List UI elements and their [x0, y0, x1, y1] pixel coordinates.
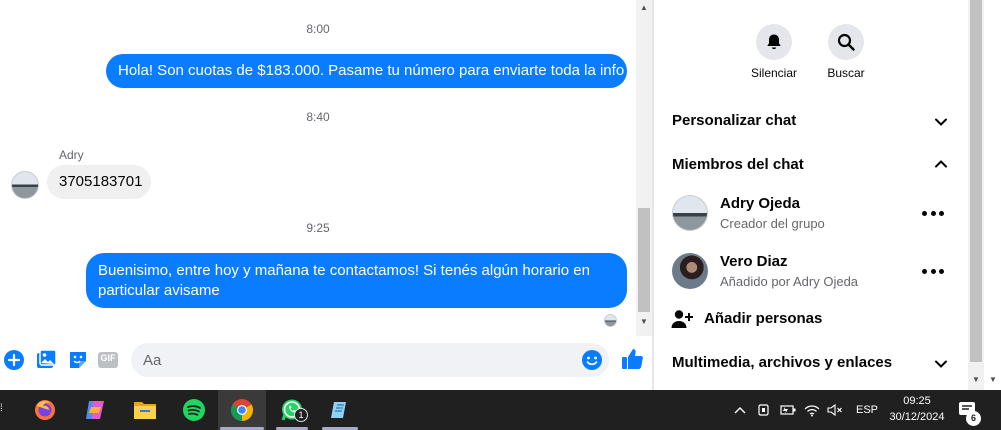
member-role: Añadido por Adry Ojeda — [720, 274, 859, 289]
outgoing-message[interactable]: Buenisimo, entre hoy y mañana te contact… — [86, 253, 627, 308]
page-scroll-thumb[interactable] — [970, 0, 982, 362]
media-files-links-row[interactable]: Multimedia, archivos y enlaces — [672, 354, 892, 371]
copilot-icon[interactable] — [75, 390, 115, 430]
notification-icon[interactable]: 6 — [958, 390, 981, 430]
spotify-icon[interactable] — [174, 390, 214, 430]
member-role: Creador del grupo — [720, 216, 825, 231]
device-icon[interactable] — [757, 390, 771, 430]
bell-icon — [767, 34, 781, 50]
tray-overflow-icon[interactable] — [734, 390, 746, 430]
customize-chat-row[interactable]: Personalizar chat — [672, 112, 796, 129]
gallery-icon[interactable] — [35, 349, 57, 371]
chat-info-panel — [654, 0, 968, 390]
message-line: Buenisimo, entre hoy y mañana te contact… — [98, 262, 590, 279]
whatsapp-badge: 1 — [294, 408, 308, 422]
battery-icon[interactable] — [780, 390, 796, 430]
scroll-down-arrow-icon[interactable]: ▼ — [639, 318, 649, 326]
sender-avatar[interactable] — [11, 171, 39, 199]
chat-scroll-thumb[interactable] — [638, 208, 650, 312]
member-options-button[interactable] — [922, 266, 944, 276]
window-edge — [984, 0, 1001, 390]
plus-icon[interactable] — [3, 349, 25, 371]
volume-muted-icon[interactable] — [827, 390, 843, 430]
search-button[interactable] — [828, 24, 864, 60]
timestamp: 8:00 — [306, 22, 330, 36]
emoji-icon[interactable] — [581, 349, 603, 371]
chat-thread[interactable]: 8:00 Hola! Son cuotas de $183.000. Pasam… — [0, 0, 636, 336]
outgoing-message[interactable]: Hola! Son cuotas de $183.000. Pasame tu … — [106, 54, 627, 88]
firefox-icon[interactable] — [25, 390, 65, 430]
language-indicator[interactable]: ESP — [856, 390, 878, 430]
notepad-icon[interactable] — [320, 390, 360, 430]
clock-time: 09:25 — [903, 395, 931, 407]
scroll-down-arrow-icon[interactable]: ▼ — [988, 376, 998, 384]
mute-button[interactable] — [756, 24, 792, 60]
scroll-up-arrow-icon[interactable]: ▲ — [639, 4, 649, 12]
member-options-button[interactable] — [922, 208, 944, 218]
member-avatar[interactable] — [672, 253, 708, 289]
whatsapp-icon[interactable]: 1 — [272, 390, 312, 430]
member-name[interactable]: Vero Diaz — [720, 253, 788, 270]
clock-date: 30/12/2024 — [889, 411, 945, 423]
chevron-up-icon[interactable] — [934, 157, 948, 171]
messenger-window: 8:00 Hola! Son cuotas de $183.000. Pasam… — [0, 0, 1001, 430]
chrome-icon[interactable] — [218, 390, 266, 430]
member-avatar[interactable] — [672, 195, 708, 231]
clock[interactable]: 09:25 30/12/2024 — [884, 393, 950, 425]
timestamp: 8:40 — [306, 110, 330, 124]
sender-name: Adry — [59, 148, 84, 162]
add-people-label[interactable]: Añadir personas — [704, 310, 822, 327]
gif-label: GIF — [100, 353, 116, 363]
message-line: particular avisame — [98, 282, 220, 299]
member-name[interactable]: Adry Ojeda — [720, 195, 800, 212]
chat-members-row[interactable]: Miembros del chat — [672, 156, 804, 173]
start-edge[interactable]: ⁞ — [0, 403, 4, 417]
search-label: Buscar — [827, 66, 865, 80]
mute-label: Silenciar — [750, 66, 798, 80]
message-input[interactable] — [131, 343, 609, 377]
gif-icon[interactable]: GIF — [97, 349, 119, 371]
file-explorer-icon[interactable] — [125, 390, 165, 430]
read-receipt-avatar — [604, 314, 617, 327]
search-icon — [837, 33, 855, 51]
like-icon[interactable] — [620, 347, 644, 371]
wifi-icon[interactable] — [804, 390, 820, 430]
incoming-message[interactable]: 3705183701 — [47, 165, 151, 199]
message-input-wrapper — [131, 343, 609, 377]
scroll-down-arrow-icon[interactable]: ▼ — [971, 376, 981, 384]
chevron-down-icon[interactable] — [934, 115, 948, 129]
add-person-icon[interactable] — [671, 309, 693, 329]
sticker-icon[interactable] — [67, 349, 89, 371]
notification-badge: 6 — [966, 411, 981, 426]
timestamp: 9:25 — [306, 221, 330, 235]
chevron-down-icon[interactable] — [934, 357, 948, 371]
